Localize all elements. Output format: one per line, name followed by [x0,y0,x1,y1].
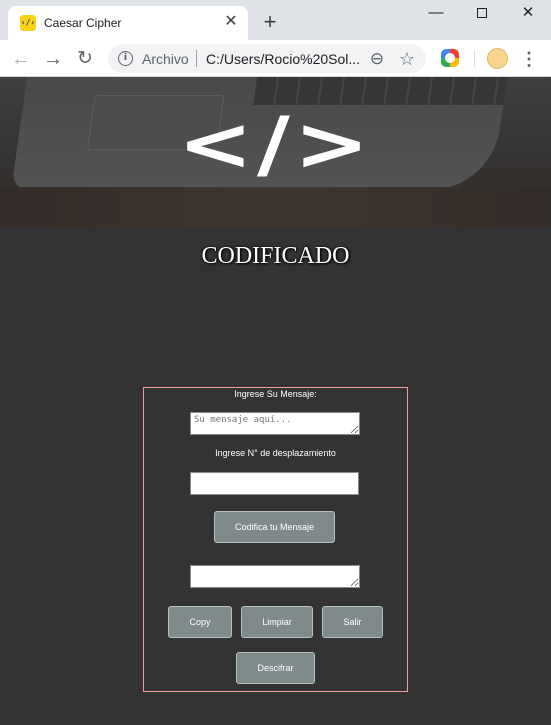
kebab-menu-icon[interactable]: ⋮ [520,46,538,72]
code-logo: </> [177,101,374,188]
profile-avatar[interactable] [487,48,508,69]
forward-arrow-icon[interactable]: → [40,46,66,72]
favicon-icon: ‹/› [20,15,36,31]
info-icon[interactable]: i [118,51,133,66]
window-minimize-button[interactable]: — [413,0,459,28]
decrypt-button[interactable]: Descifrar [236,652,315,684]
shift-input[interactable] [190,472,359,495]
cipher-form: Ingrese Su Mensaje: Ingrese N° de despla… [143,387,408,692]
encode-button[interactable]: Codifica tu Mensaje [214,511,335,543]
browser-tab[interactable]: ‹/› Caesar Cipher ✕ [8,6,248,40]
page-title: CODIFICADO [201,243,350,269]
back-arrow-icon[interactable]: ← [8,46,34,72]
clear-button[interactable]: Limpiar [241,606,313,638]
message-textarea[interactable] [190,412,360,435]
new-tab-button[interactable]: + [258,10,282,34]
extension-icon[interactable] [441,49,459,67]
tab-close-icon[interactable]: ✕ [222,13,240,31]
exit-button[interactable]: Salir [322,606,383,638]
window-close-button[interactable]: ✕ [505,0,551,28]
url-text[interactable]: C:/Users/Rocio%20Sol... [206,51,360,67]
browser-toolbar: ← → ↻ i Archivo C:/Users/Rocio%20Sol... … [0,40,551,77]
copy-button[interactable]: Copy [168,606,232,638]
zoom-icon[interactable]: ⊖ [366,48,388,70]
maximize-icon [477,8,487,19]
window-maximize-button[interactable] [459,0,505,28]
tab-title: Caesar Cipher [44,16,122,30]
shift-label: Ingrese N° de desplazamiento [215,448,336,458]
browser-tab-bar: ‹/› Caesar Cipher ✕ + — ✕ [0,0,551,40]
star-icon[interactable]: ☆ [396,48,418,70]
scheme-label: Archivo [142,51,189,67]
reload-icon[interactable]: ↻ [72,46,98,72]
address-bar[interactable]: i Archivo C:/Users/Rocio%20Sol... ⊖ ☆ [108,44,426,73]
output-textarea[interactable] [190,565,360,588]
toolbar-divider [474,50,475,67]
address-divider [196,50,197,67]
message-label: Ingrese Su Mensaje: [234,389,317,399]
